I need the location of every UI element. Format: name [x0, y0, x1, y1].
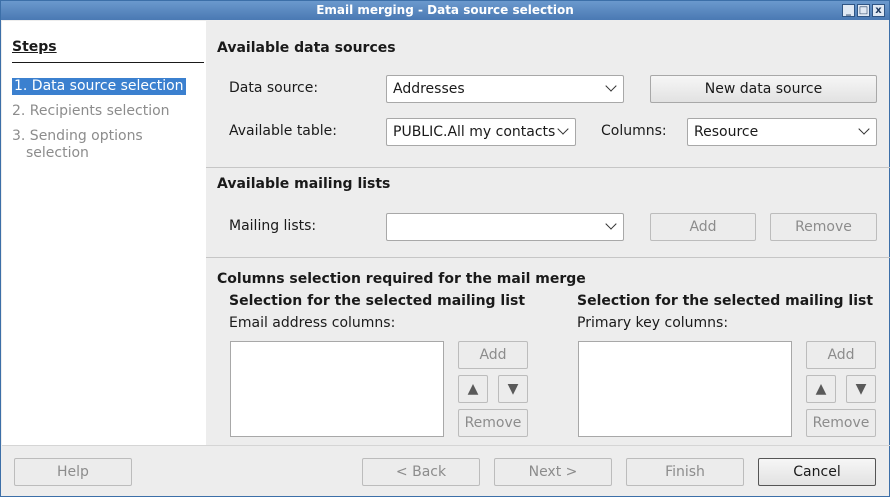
email-selection-subtitle: Selection for the selected mailing list: [229, 293, 526, 309]
chevron-down-icon: [605, 218, 617, 230]
chevron-down-icon: [858, 123, 870, 135]
minimize-button[interactable]: _: [842, 4, 855, 17]
section-divider: [206, 257, 890, 258]
new-data-source-button[interactable]: New data source: [650, 75, 877, 103]
available-table-combo[interactable]: PUBLIC.All my contacts: [386, 118, 576, 146]
mailing-add-button[interactable]: Add: [650, 213, 756, 241]
arrow-up-icon: ▲: [815, 381, 827, 397]
data-sources-title: Available data sources: [217, 40, 396, 56]
arrow-down-icon: ▼: [855, 381, 867, 397]
next-button[interactable]: Next >: [494, 458, 612, 486]
step-data-source-selection[interactable]: 1. Data source selection: [12, 78, 186, 95]
data-source-label: Data source:: [229, 80, 319, 96]
available-table-label: Available table:: [229, 123, 337, 139]
step-recipients-selection[interactable]: 2. Recipients selection: [12, 103, 182, 120]
email-merge-dialog: Email merging - Data source selection _ …: [0, 0, 890, 497]
chevron-down-icon: [605, 80, 617, 92]
finish-button[interactable]: Finish: [626, 458, 744, 486]
window-title: Email merging - Data source selection: [316, 3, 574, 17]
columns-selection-title: Columns selection required for the mail …: [217, 271, 586, 287]
data-source-value: Addresses: [393, 81, 465, 97]
primary-key-add-button[interactable]: Add: [806, 341, 876, 369]
maximize-button[interactable]: □: [857, 4, 870, 17]
mailing-lists-label: Mailing lists:: [229, 218, 317, 234]
available-table-value: PUBLIC.All my contacts: [393, 124, 556, 140]
steps-divider: [12, 62, 204, 63]
email-remove-button[interactable]: Remove: [458, 409, 528, 437]
primary-key-move-down-button[interactable]: ▼: [846, 375, 876, 403]
primary-key-selection-subtitle: Selection for the selected mailing list: [577, 293, 874, 309]
primary-key-move-up-button[interactable]: ▲: [806, 375, 836, 403]
footer-divider: [2, 445, 890, 446]
step-sending-options-cont: selection: [26, 145, 89, 161]
primary-key-columns-list[interactable]: [578, 341, 792, 437]
title-bar: Email merging - Data source selection _ …: [1, 1, 889, 20]
help-button[interactable]: Help: [14, 458, 132, 486]
primary-key-columns-label: Primary key columns:: [577, 315, 729, 331]
email-move-down-button[interactable]: ▼: [498, 375, 528, 403]
columns-value: Resource: [694, 124, 759, 140]
arrow-down-icon: ▼: [507, 381, 519, 397]
mailing-lists-title: Available mailing lists: [217, 176, 391, 192]
section-divider: [206, 167, 890, 168]
back-button[interactable]: < Back: [362, 458, 480, 486]
email-move-up-button[interactable]: ▲: [458, 375, 488, 403]
mailing-remove-button[interactable]: Remove: [770, 213, 877, 241]
columns-combo[interactable]: Resource: [687, 118, 877, 146]
chevron-down-icon: [557, 123, 569, 135]
email-address-columns-list[interactable]: [230, 341, 444, 437]
steps-title: Steps: [12, 39, 57, 55]
mailing-lists-combo[interactable]: [386, 213, 624, 241]
cancel-button[interactable]: Cancel: [758, 458, 876, 486]
steps-sidebar: Steps 1. Data source selection 2. Recipi…: [2, 21, 206, 445]
columns-label: Columns:: [601, 123, 667, 139]
email-address-columns-label: Email address columns:: [229, 315, 396, 331]
arrow-up-icon: ▲: [467, 381, 479, 397]
email-add-button[interactable]: Add: [458, 341, 528, 369]
primary-key-remove-button[interactable]: Remove: [806, 409, 876, 437]
close-button[interactable]: x: [872, 4, 885, 17]
data-source-combo[interactable]: Addresses: [386, 75, 624, 103]
window-controls: _ □ x: [842, 4, 885, 17]
step-sending-options[interactable]: 3. Sending options: [12, 128, 182, 145]
